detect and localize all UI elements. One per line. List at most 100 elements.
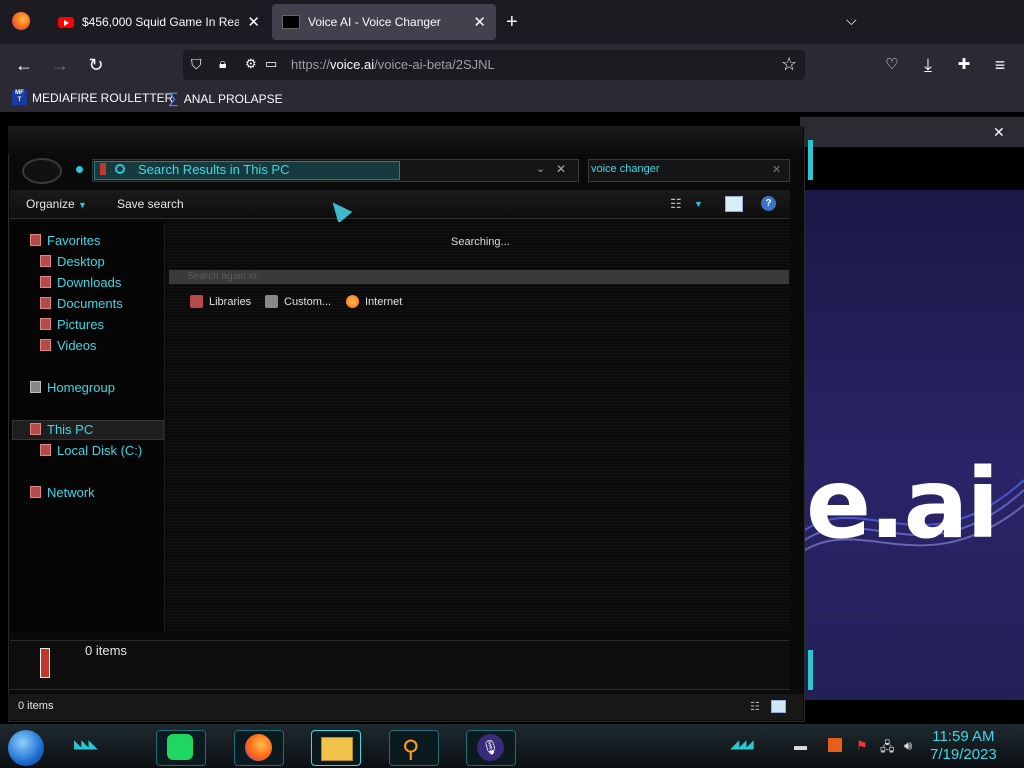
address-dropdown-icon[interactable]: ⌄: [536, 162, 545, 175]
url-host: voice.ai: [330, 57, 375, 72]
nav-local-disk[interactable]: Local Disk (C:): [40, 441, 142, 459]
nav-desktop[interactable]: Desktop: [40, 252, 105, 270]
extensions-icon[interactable]: ✚: [952, 54, 976, 76]
view-options-icon[interactable]: ☷: [670, 196, 682, 212]
star-folder-icon: [30, 234, 41, 246]
network-icon: [30, 486, 41, 498]
back-arrow-icon[interactable]: ←: [12, 54, 36, 76]
taskbar-decoration: ◣◣◣: [74, 737, 98, 751]
firefox-menu-icon[interactable]: [12, 12, 30, 30]
details-pane: [10, 640, 790, 690]
downloads-icon[interactable]: ⤓: [916, 54, 940, 76]
taskbar-firefox[interactable]: [234, 730, 284, 766]
show-hidden-icons[interactable]: ▬: [794, 738, 807, 753]
tab-youtube[interactable]: $456,000 Squid Game In Real Lif ✕: [48, 4, 270, 40]
address-text[interactable]: Search Results in This PC: [138, 162, 290, 177]
homegroup-icon: [30, 381, 41, 393]
location-label: Custom...: [284, 295, 332, 308]
lock-icon[interactable]: 🔒︎: [219, 55, 226, 72]
url-text[interactable]: https://voice.ai/voice-ai-beta/2SJNL: [291, 57, 495, 72]
back-forward-icon[interactable]: [22, 158, 62, 184]
menu-hamburger-icon[interactable]: ≡: [988, 54, 1012, 76]
tab-voice-ai[interactable]: Voice AI - Voice Changer ✕: [272, 4, 496, 40]
address-clear-icon[interactable]: ✕: [556, 162, 566, 176]
help-icon[interactable]: ?: [761, 196, 776, 211]
forward-arrow-icon[interactable]: →: [48, 54, 72, 76]
list-tabs-chevron-icon[interactable]: ⌵: [846, 12, 857, 29]
search-results-icon: [100, 163, 106, 175]
sigma-icon: ∑: [168, 90, 179, 107]
nav-network[interactable]: Network: [30, 483, 95, 501]
url-prefix: https://: [291, 57, 331, 72]
shield-icon[interactable]: ⛉: [191, 56, 202, 73]
nav-pictures[interactable]: Pictures: [40, 315, 104, 333]
search-again-bar: Search again in:: [169, 270, 789, 284]
network-tray-icon[interactable]: 🖧︎: [880, 738, 895, 760]
start-button[interactable]: [8, 730, 44, 766]
action-center-flag-icon[interactable]: ⚑: [856, 738, 868, 754]
desktop-icon: [40, 255, 51, 267]
close-tab-icon[interactable]: ✕: [473, 13, 486, 31]
search-results-large-icon: [40, 648, 50, 678]
new-tab-button[interactable]: +: [506, 11, 518, 34]
organize-button[interactable]: Organize ▼: [26, 197, 87, 211]
spotify-icon: [167, 734, 193, 760]
large-icons-view-icon[interactable]: [771, 700, 786, 713]
search-location-internet[interactable]: Internet: [346, 295, 402, 308]
hero-banner: [805, 190, 1024, 700]
bookmark-second[interactable]: ∑ ANAL PROLAPSE: [168, 90, 283, 107]
frame-accent: [808, 140, 813, 180]
searching-status: Searching...: [451, 236, 510, 248]
organize-dropdown-icon: ▼: [78, 200, 87, 210]
close-tab-icon[interactable]: ✕: [247, 13, 260, 31]
nav-downloads[interactable]: Downloads: [40, 273, 121, 291]
taskbar-search[interactable]: ⚲: [389, 730, 439, 766]
taskbar-spotify[interactable]: [156, 730, 206, 766]
view-dropdown-icon[interactable]: ▼: [694, 199, 703, 209]
taskbar-file-explorer[interactable]: [311, 730, 361, 766]
nav-label: Pictures: [57, 316, 104, 332]
nav-videos[interactable]: Videos: [40, 336, 97, 354]
reload-icon[interactable]: ↻: [84, 54, 108, 76]
nav-label: Favorites: [47, 232, 101, 248]
recent-pages-icon[interactable]: [76, 166, 83, 173]
system-clock[interactable]: 11:59 AM 7/19/2023: [930, 728, 997, 764]
nav-homegroup[interactable]: Homegroup: [30, 378, 115, 396]
search-location-libraries[interactable]: Libraries: [190, 295, 251, 308]
taskbar-voice-app[interactable]: 🎙︎: [466, 730, 516, 766]
nav-label: Documents: [57, 295, 123, 311]
location-label: Libraries: [209, 295, 252, 308]
nav-documents[interactable]: Documents: [40, 294, 123, 312]
search-location-custom[interactable]: Custom...: [265, 295, 331, 308]
volume-icon[interactable]: 🔊︎: [904, 738, 912, 754]
nav-favorites[interactable]: Favorites: [30, 231, 100, 249]
page-info-icon[interactable]: ▭: [265, 56, 277, 72]
mediafire-icon: MF T: [12, 90, 27, 105]
details-view-icon[interactable]: ☷: [750, 700, 760, 713]
pocket-icon[interactable]: ♡: [880, 54, 904, 76]
voice-ai-icon: [282, 15, 300, 29]
location-icon: [115, 164, 125, 174]
search-clear-icon[interactable]: ✕: [772, 163, 781, 176]
nav-label: This PC: [47, 421, 94, 437]
bookmark-mediafire[interactable]: MF T MEDIAFIRE ROULETTER: [12, 90, 173, 105]
hard-drive-icon: [40, 444, 51, 456]
permissions-icon[interactable]: ⚙︎: [245, 56, 257, 72]
firefox-icon: [245, 734, 272, 761]
details-item-count: 0 items: [85, 643, 127, 658]
bookmark-star-icon[interactable]: ☆: [781, 54, 797, 75]
explorer-title-bar[interactable]: [8, 126, 803, 154]
save-search-button[interactable]: Save search: [117, 197, 184, 211]
url-bar[interactable]: ⛉ 🔒︎ ⚙︎ ▭ https://voice.ai/voice-ai-beta…: [183, 50, 805, 80]
preview-pane-icon[interactable]: [725, 196, 743, 212]
tray-app-icon[interactable]: [828, 738, 842, 752]
hero-logo-text: e.ai: [806, 448, 999, 560]
nav-this-pc[interactable]: This PC: [30, 420, 93, 438]
close-notice-icon[interactable]: ✕: [993, 124, 1005, 141]
videos-icon: [40, 339, 51, 351]
nav-label: Local Disk (C:): [57, 442, 143, 458]
youtube-icon: [58, 16, 74, 28]
status-bar: [8, 694, 803, 720]
search-query[interactable]: voice changer: [591, 163, 660, 175]
search-icon: ⚲: [402, 736, 420, 763]
